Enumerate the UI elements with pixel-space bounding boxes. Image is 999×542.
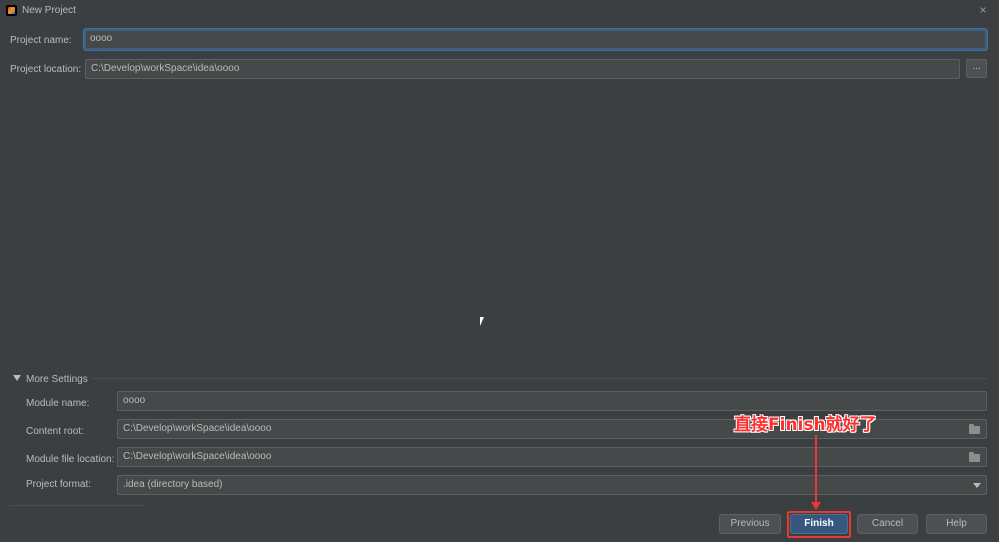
arrow-down-icon [811,502,821,510]
project-location-input[interactable]: C:\Develop\workSpace\idea\oooo [85,59,960,79]
folder-icon[interactable] [969,424,980,434]
mouse-pointer-icon [480,317,484,326]
close-icon[interactable]: × [976,3,990,17]
project-name-input[interactable]: oooo [84,29,987,50]
collapse-triangle-icon[interactable] [13,375,21,381]
intellij-idea-icon [6,5,17,16]
browse-button[interactable]: ... [966,59,987,78]
finish-highlight-box [787,511,851,538]
bottom-divider [10,505,145,506]
module-file-location-input[interactable]: C:\Develop\workSpace\idea\oooo [117,447,987,467]
annotation-text: 直接Finish就好了 [734,415,877,435]
section-divider [92,378,987,379]
content-root-label: Content root: [26,426,84,437]
module-file-location-label: Module file location: [26,454,115,465]
previous-button[interactable]: Previous [719,514,781,534]
project-format-select[interactable]: .idea (directory based) [117,475,987,495]
more-settings-toggle[interactable]: More Settings [26,374,88,385]
project-location-label: Project location: [10,64,82,75]
window-title: New Project [22,5,76,16]
module-name-input[interactable]: oooo [117,391,987,411]
project-name-label: Project name: [10,35,72,46]
annotation-arrow [815,435,817,505]
help-button[interactable]: Help [926,514,987,534]
chevron-down-icon [973,483,981,488]
title-bar: New Project × [0,0,999,22]
cancel-button[interactable]: Cancel [857,514,918,534]
folder-icon[interactable] [969,452,980,462]
module-name-label: Module name: [26,398,90,409]
project-format-label: Project format: [26,479,92,490]
